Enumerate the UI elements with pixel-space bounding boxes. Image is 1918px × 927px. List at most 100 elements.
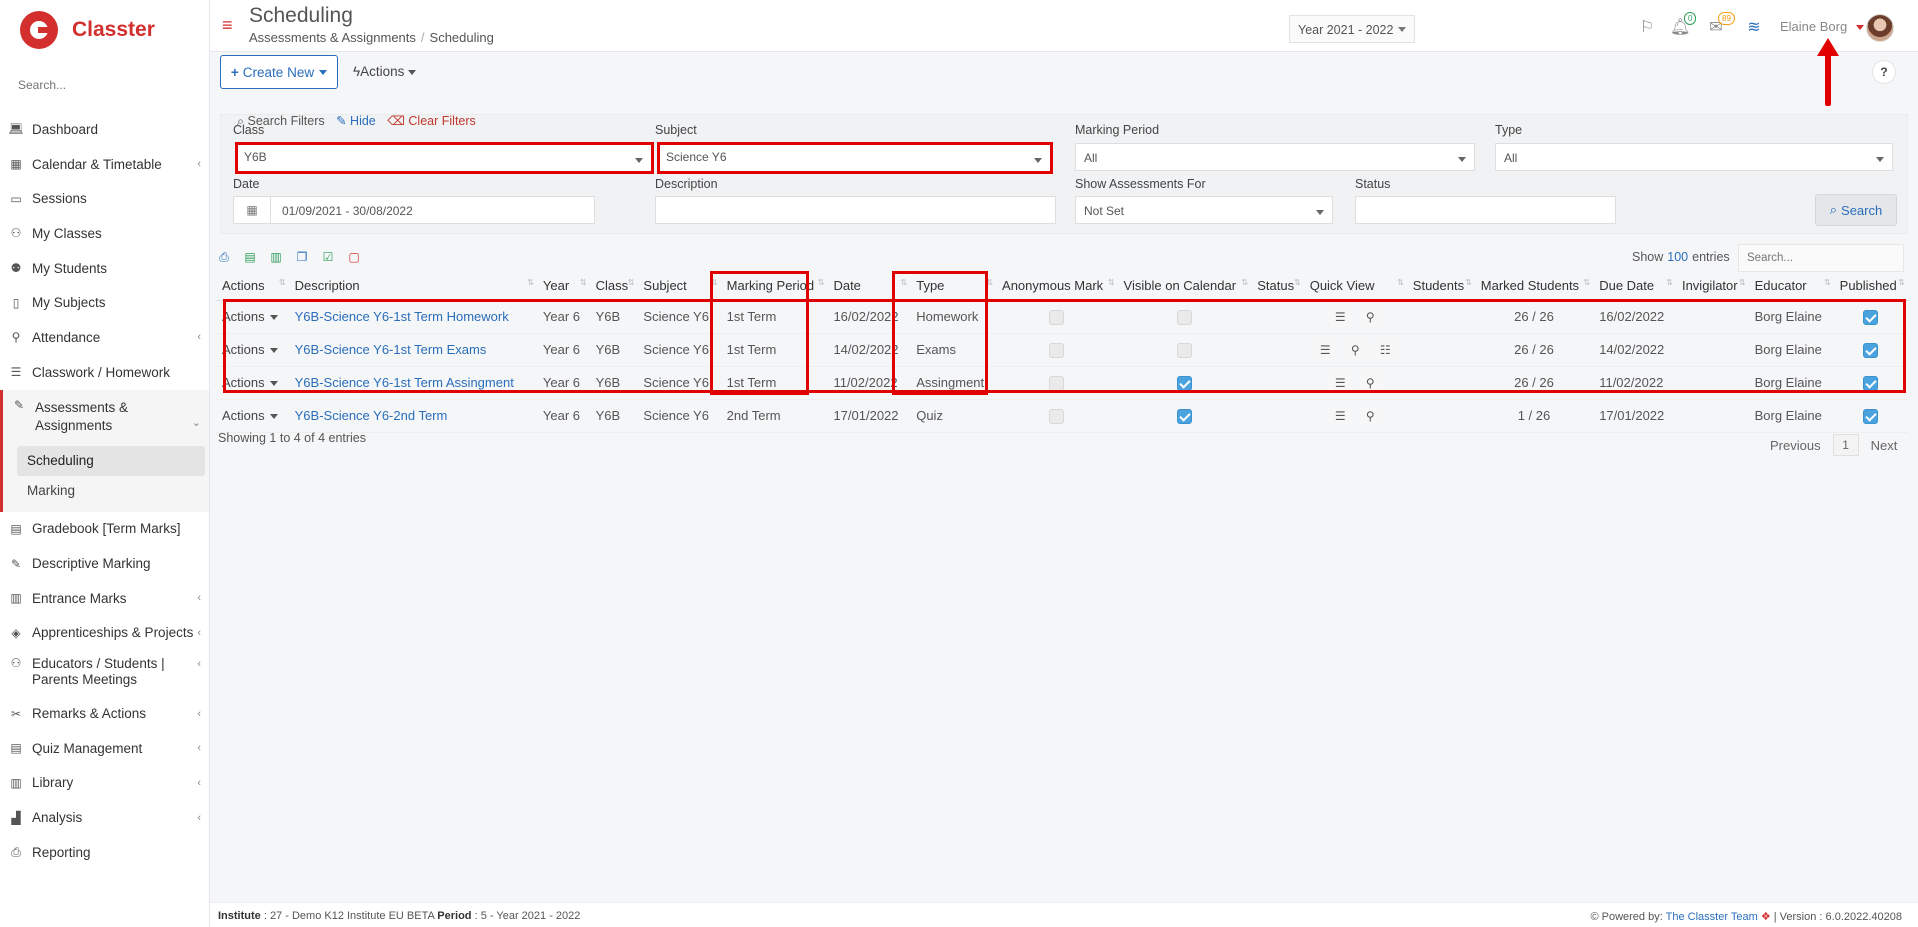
column-header-marked-students[interactable]: Marked Students ⇅	[1474, 272, 1594, 301]
published-checkbox[interactable]	[1863, 375, 1879, 391]
user-check-icon[interactable]: ⚲	[1343, 339, 1368, 360]
actions-menu-button[interactable]: ϟActions	[353, 64, 417, 79]
user-check-icon[interactable]: ⚲	[1358, 405, 1383, 426]
excel-icon[interactable]: ▥	[269, 250, 283, 264]
sidebar-subitem-marking[interactable]: Marking	[17, 476, 205, 506]
sidebar-item-my-classes[interactable]: ⚇ My Classes	[0, 216, 209, 251]
column-header-description[interactable]: Description ⇅	[288, 272, 537, 301]
sidebar-item-educators-students-parents-meetings[interactable]: ⚇ Educators / Students | Parents Meetings…	[0, 650, 209, 696]
csv-icon[interactable]: ▤	[243, 250, 257, 264]
list-icon[interactable]: ☰	[1313, 339, 1338, 360]
show-assessments-for-select[interactable]: Not Set	[1075, 196, 1333, 224]
list-icon[interactable]: ☰	[1328, 306, 1353, 327]
column-header-published[interactable]: Published ⇅	[1833, 272, 1908, 301]
published-checkbox[interactable]	[1863, 309, 1879, 325]
column-header-type[interactable]: Type ⇅	[910, 272, 997, 301]
sidebar-item-entrance-marks[interactable]: ▥ Entrance Marks ‹	[0, 581, 209, 616]
envelope-icon[interactable]: ✉ 89	[1706, 12, 1735, 37]
row-actions-dropdown[interactable]: Actions	[222, 408, 278, 423]
sidebar-item-calendar-timetable[interactable]: ▦ Calendar & Timetable ‹	[0, 147, 209, 182]
row-actions-dropdown[interactable]: Actions	[222, 375, 278, 390]
bell-icon[interactable]: 🔔︎ 0	[1670, 12, 1697, 37]
list-icon[interactable]: ☰	[1328, 372, 1353, 393]
sidebar-item-quiz-management[interactable]: ▤ Quiz Management ‹	[0, 731, 209, 766]
table-row: Actions Y6B-Science Y6-1st Term Assingmen…	[216, 366, 1908, 400]
sidebar-item-reporting[interactable]: ⎙ Reporting	[0, 835, 209, 870]
column-header-year[interactable]: Year ⇅	[536, 272, 590, 301]
search-button[interactable]: ⌕ Search	[1815, 194, 1897, 226]
sidebar-item-my-students[interactable]: ⚉ My Students	[0, 251, 209, 286]
year-select[interactable]: Year 2021 - 2022	[1289, 15, 1415, 43]
sidebar-item-library[interactable]: ▥ Library ‹	[0, 766, 209, 801]
page-number-button[interactable]: 1	[1832, 434, 1859, 456]
sidebar-item-descriptive-marking[interactable]: ✎ Descriptive Marking	[0, 546, 209, 581]
sidebar-item-classwork-homework[interactable]: ☰ Classwork / Homework	[0, 355, 209, 390]
flag-icon[interactable]: ⚐	[1637, 17, 1657, 37]
layers-icon[interactable]: ≋	[1744, 17, 1764, 37]
check-all-icon[interactable]: ☑	[321, 250, 335, 264]
user-check-icon[interactable]: ⚲	[1358, 372, 1383, 393]
sidebar-item-my-subjects[interactable]: ▯ My Subjects	[0, 285, 209, 320]
column-header-quick-view[interactable]: Quick View ⇅	[1303, 272, 1407, 301]
class-select[interactable]: Y6B	[235, 142, 654, 174]
sidebar-item-analysis[interactable]: ▟ Analysis ‹	[0, 800, 209, 835]
sidebar-item-assessments[interactable]: ✎ Assessments & Assignments ⌄	[0, 389, 209, 442]
description-input[interactable]	[655, 196, 1056, 224]
classter-team-link[interactable]: The Classter Team	[1666, 911, 1758, 923]
column-header-status[interactable]: Status ⇅	[1251, 272, 1304, 301]
clear-filters-link[interactable]: ⌫ Clear Filters	[387, 114, 476, 128]
published-checkbox[interactable]	[1863, 408, 1879, 424]
column-header-subject[interactable]: Subject ⇅	[637, 272, 721, 301]
copy-icon[interactable]: ❐	[295, 250, 309, 264]
hamburger-menu-icon[interactable]: ≡	[222, 16, 233, 34]
app-logo[interactable]: Classter	[0, 0, 209, 60]
user-check-icon[interactable]: ⚲	[1358, 306, 1383, 327]
date-range-input[interactable]: ▦ 01/09/2021 - 30/08/2022	[233, 196, 595, 224]
list-ul-icon[interactable]: ☷	[1373, 339, 1398, 360]
entries-count-select[interactable]: 100	[1667, 250, 1688, 264]
avatar[interactable]	[1866, 14, 1894, 42]
assessment-link[interactable]: Y6B-Science Y6-1st Term Assingment	[295, 375, 514, 390]
sidebar-item-gradebook-term-marks[interactable]: ▤ Gradebook [Term Marks]	[0, 512, 209, 547]
sidebar-item-dashboard[interactable]: 💻︎ Dashboard	[0, 112, 209, 147]
breadcrumb-item[interactable]: Assessments & Assignments	[249, 30, 416, 45]
column-header-students[interactable]: Students ⇅	[1406, 272, 1475, 301]
assessment-link[interactable]: Y6B-Science Y6-2nd Term	[295, 408, 448, 423]
calendar-icon[interactable]: ▦	[234, 197, 271, 223]
column-header-visible-on-calendar[interactable]: Visible on Calendar ⇅	[1117, 272, 1252, 301]
next-page-button[interactable]: Next	[1871, 438, 1898, 453]
sidebar-search-input[interactable]	[18, 78, 188, 92]
column-header-educator[interactable]: Educator ⇅	[1748, 272, 1834, 301]
assessment-link[interactable]: Y6B-Science Y6-1st Term Exams	[295, 342, 487, 357]
sidebar-item-attendance[interactable]: ⚲ Attendance ‹	[0, 320, 209, 355]
previous-page-button[interactable]: Previous	[1770, 438, 1821, 453]
row-actions-dropdown[interactable]: Actions	[222, 309, 278, 324]
row-actions-dropdown[interactable]: Actions	[222, 342, 278, 357]
status-input[interactable]	[1355, 196, 1616, 224]
sidebar-item-sessions[interactable]: ▭ Sessions	[0, 181, 209, 216]
column-header-due-date[interactable]: Due Date ⇅	[1593, 272, 1676, 301]
subject-select[interactable]: Science Y6	[657, 142, 1053, 174]
assessment-link[interactable]: Y6B-Science Y6-1st Term Homework	[295, 309, 509, 324]
create-new-button[interactable]: + Create New	[220, 55, 338, 89]
table-search-input[interactable]	[1738, 244, 1904, 272]
sidebar-item-apprenticeships-projects[interactable]: ◈ Apprenticeships & Projects ‹	[0, 616, 209, 651]
user-caret-icon[interactable]	[1856, 25, 1864, 30]
column-header-class[interactable]: Class ⇅	[589, 272, 638, 301]
list-icon[interactable]: ☰	[1328, 405, 1353, 426]
column-header-anonymous-mark[interactable]: Anonymous Mark ⇅	[996, 272, 1118, 301]
marking-period-select[interactable]: All	[1075, 143, 1475, 171]
user-name[interactable]: Elaine Borg	[1780, 19, 1847, 34]
stop-icon[interactable]: ▢	[347, 250, 361, 264]
column-header-invigilator[interactable]: Invigilator ⇅	[1675, 272, 1749, 301]
sidebar-item-remarks-actions[interactable]: ✂ Remarks & Actions ‹	[0, 696, 209, 731]
hide-filters-link[interactable]: ✎ Hide	[336, 114, 376, 128]
column-header-actions[interactable]: Actions ⇅	[216, 272, 289, 301]
column-header-marking-period[interactable]: Marking Period ⇅	[720, 272, 828, 301]
sidebar-subitem-scheduling[interactable]: Scheduling	[17, 445, 205, 476]
published-checkbox[interactable]	[1863, 342, 1879, 358]
column-header-date[interactable]: Date ⇅	[827, 272, 911, 301]
type-select[interactable]: All	[1495, 143, 1893, 171]
print-icon[interactable]: ⎙	[217, 250, 231, 264]
help-button[interactable]: ?	[1872, 60, 1896, 84]
